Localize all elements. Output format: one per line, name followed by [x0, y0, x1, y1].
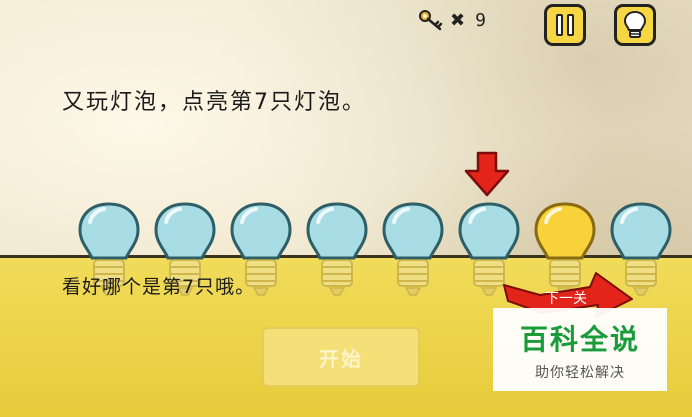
light-bulb-4[interactable] — [304, 200, 370, 300]
instruction-text: 看好哪个是第7只哦。 — [62, 276, 256, 298]
watermark-title: 百科全说 — [519, 322, 640, 356]
start-button[interactable]: 开始 — [262, 327, 420, 387]
watermark-subtitle: 助你轻松解决 — [535, 364, 625, 381]
game-screen: ✖ 9 又玩灯泡，点亮第7只灯泡。 看好哪个是第7只哦。 开始 下一关 百科全说… — [0, 0, 692, 417]
light-bulb-5[interactable] — [380, 200, 446, 300]
next-ribbon-label: 下一关 — [545, 291, 587, 307]
bulb-icon — [382, 202, 444, 296]
bulb-icon — [306, 202, 368, 296]
start-button-label: 开始 — [319, 346, 363, 371]
down-arrow-icon — [464, 151, 510, 197]
watermark: 百科全说 助你轻松解决 — [493, 308, 667, 391]
